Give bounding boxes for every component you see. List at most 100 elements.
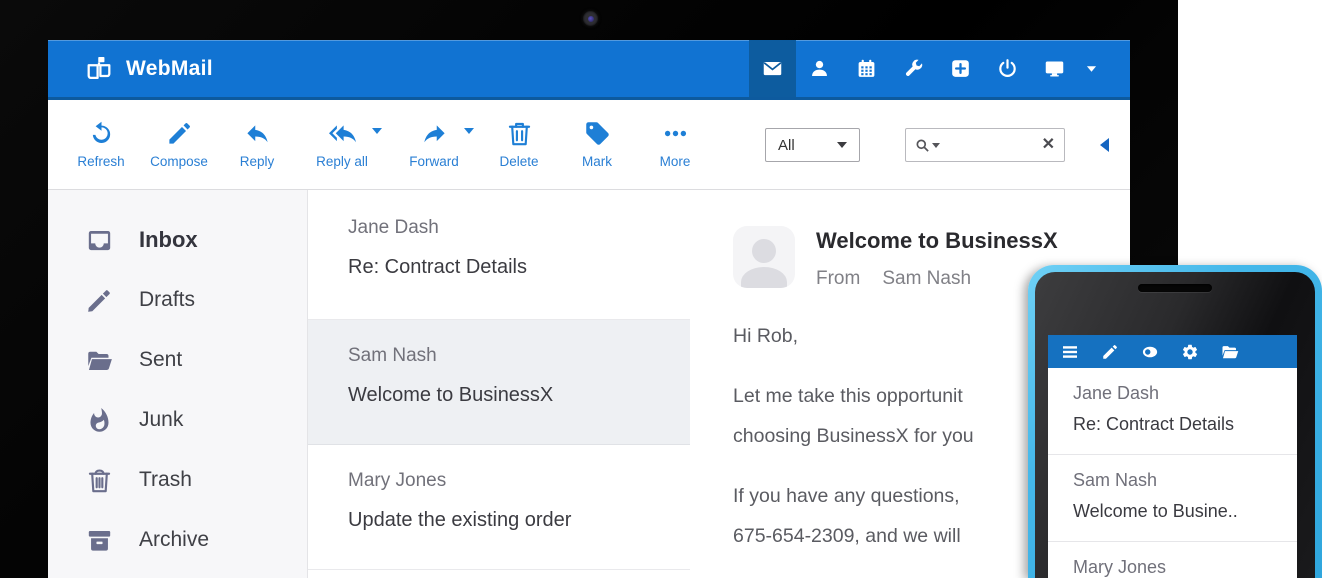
inbox-icon xyxy=(86,227,113,254)
delete-button[interactable]: Delete xyxy=(480,108,558,182)
mail-toolbar: Refresh Compose Reply Reply all xyxy=(48,100,1130,190)
phone-bezel: Jane Dash Re: Contract Details Sam Nash … xyxy=(1035,272,1315,578)
brand: WebMail xyxy=(84,54,213,84)
search-icon xyxy=(915,138,930,153)
contacts-button[interactable] xyxy=(796,40,843,97)
folder-open-icon xyxy=(86,347,113,374)
phone-message-subject: Welcome to Busine.. xyxy=(1073,501,1287,522)
from-label: From xyxy=(816,268,860,290)
phone-mockup: Jane Dash Re: Contract Details Sam Nash … xyxy=(1028,265,1322,578)
ellipsis-icon xyxy=(662,120,689,147)
phone-message-row-sam-nash[interactable]: Sam Nash Welcome to Busine.. xyxy=(1048,455,1297,542)
reply-label: Reply xyxy=(240,154,275,169)
webmail-app: WebMail xyxy=(48,40,1130,578)
avatar-silhouette xyxy=(752,239,776,263)
add-module-button[interactable] xyxy=(937,40,984,97)
tag-icon xyxy=(584,120,611,147)
sidebar-label-inbox: Inbox xyxy=(139,227,198,253)
phone-screen: Jane Dash Re: Contract Details Sam Nash … xyxy=(1048,335,1297,578)
compose-icon[interactable] xyxy=(1101,343,1119,361)
message-row-mary-jones[interactable]: Mary Jones Update the existing order xyxy=(308,445,690,570)
message-subject: Update the existing order xyxy=(348,509,670,532)
sender-avatar xyxy=(733,226,795,288)
reply-button[interactable]: Reply xyxy=(218,108,296,182)
reply-all-icon xyxy=(329,120,356,147)
forward-button[interactable]: Forward xyxy=(388,108,480,182)
sidebar-label-junk: Junk xyxy=(139,408,183,432)
phone-earpiece xyxy=(1138,284,1212,292)
sidebar-item-drafts[interactable]: Drafts xyxy=(48,270,307,330)
sidebar-label-sent: Sent xyxy=(139,348,182,372)
flame-icon xyxy=(86,407,113,434)
compose-pencil-icon xyxy=(166,120,193,147)
phone-message-row-mary-jones[interactable]: Mary Jones xyxy=(1048,542,1297,578)
phone-message-row-jane-dash[interactable]: Jane Dash Re: Contract Details xyxy=(1048,368,1297,455)
sidebar-item-inbox[interactable]: Inbox xyxy=(48,210,307,270)
more-label: More xyxy=(660,154,691,169)
email-from-row: From Sam Nash xyxy=(816,268,1058,290)
delete-label: Delete xyxy=(499,154,538,169)
sidebar-item-junk[interactable]: Junk xyxy=(48,390,307,450)
calendar-button[interactable] xyxy=(843,40,890,97)
calendar-icon xyxy=(856,58,877,79)
app-header: WebMail xyxy=(48,40,1130,100)
sidebar-item-trash[interactable]: Trash xyxy=(48,450,307,510)
reply-icon xyxy=(244,120,271,147)
settings-gear-icon[interactable] xyxy=(1181,343,1199,361)
monitor-bezel: WebMail xyxy=(0,0,1178,578)
phone-toolbar xyxy=(1048,335,1297,368)
search-clear-icon[interactable]: ✕ xyxy=(1042,137,1055,153)
email-subject: Welcome to BusinessX xyxy=(816,228,1058,254)
header-icon-bar xyxy=(749,40,1104,97)
logout-button[interactable] xyxy=(984,40,1031,97)
trash-icon xyxy=(506,120,533,147)
search-input[interactable] xyxy=(940,132,1042,158)
folder-open-icon[interactable] xyxy=(1221,343,1239,361)
search-box: ✕ xyxy=(905,128,1065,162)
message-row-jane-dash[interactable]: Jane Dash Re: Contract Details xyxy=(308,190,690,320)
app-title: WebMail xyxy=(126,57,213,81)
message-list: Jane Dash Re: Contract Details Sam Nash … xyxy=(308,190,690,578)
phone-message-subject: Re: Contract Details xyxy=(1073,414,1287,435)
webmail-logo-icon xyxy=(84,54,114,84)
header-more-dropdown[interactable] xyxy=(1078,40,1104,97)
collapse-pane-arrow[interactable] xyxy=(1100,138,1109,152)
message-row-sam-nash[interactable]: Sam Nash Welcome to BusinessX xyxy=(308,320,690,445)
menu-icon[interactable] xyxy=(1061,343,1079,361)
filter-caret-icon xyxy=(837,142,847,148)
refresh-button[interactable]: Refresh xyxy=(62,108,140,182)
message-sender: Jane Dash xyxy=(348,217,670,239)
search-caret-icon xyxy=(932,143,940,148)
pencil-icon xyxy=(86,287,113,314)
search-options-button[interactable] xyxy=(915,138,940,153)
forward-label: Forward xyxy=(409,154,459,169)
mail-module-button[interactable] xyxy=(749,40,796,97)
compose-label: Compose xyxy=(150,154,208,169)
mark-label: Mark xyxy=(582,154,612,169)
settings-tools-button[interactable] xyxy=(890,40,937,97)
monitor-icon xyxy=(1044,58,1065,79)
trash-outline-icon xyxy=(86,467,113,494)
message-subject: Re: Contract Details xyxy=(348,256,670,279)
sidebar-label-drafts: Drafts xyxy=(139,288,195,312)
refresh-label: Refresh xyxy=(77,154,124,169)
display-mode-button[interactable] xyxy=(1031,40,1078,97)
envelope-icon xyxy=(762,58,783,79)
plus-square-icon xyxy=(950,58,971,79)
more-button[interactable]: More xyxy=(636,108,714,182)
reply-all-caret-icon xyxy=(372,128,382,134)
reply-all-button[interactable]: Reply all xyxy=(296,108,388,182)
phone-message-sender: Jane Dash xyxy=(1073,383,1287,404)
folder-sidebar: Inbox Drafts Sent xyxy=(48,190,308,578)
webcam xyxy=(583,11,598,26)
sidebar-item-sent[interactable]: Sent xyxy=(48,330,307,390)
mark-button[interactable]: Mark xyxy=(558,108,636,182)
from-sender: Sam Nash xyxy=(882,268,971,290)
user-icon xyxy=(809,58,830,79)
sidebar-item-archive[interactable]: Archive xyxy=(48,510,307,570)
eye-icon[interactable] xyxy=(1141,343,1159,361)
forward-icon xyxy=(421,120,448,147)
mail-filter-dropdown[interactable]: All xyxy=(765,128,860,162)
compose-button[interactable]: Compose xyxy=(140,108,218,182)
sidebar-label-archive: Archive xyxy=(139,528,209,552)
